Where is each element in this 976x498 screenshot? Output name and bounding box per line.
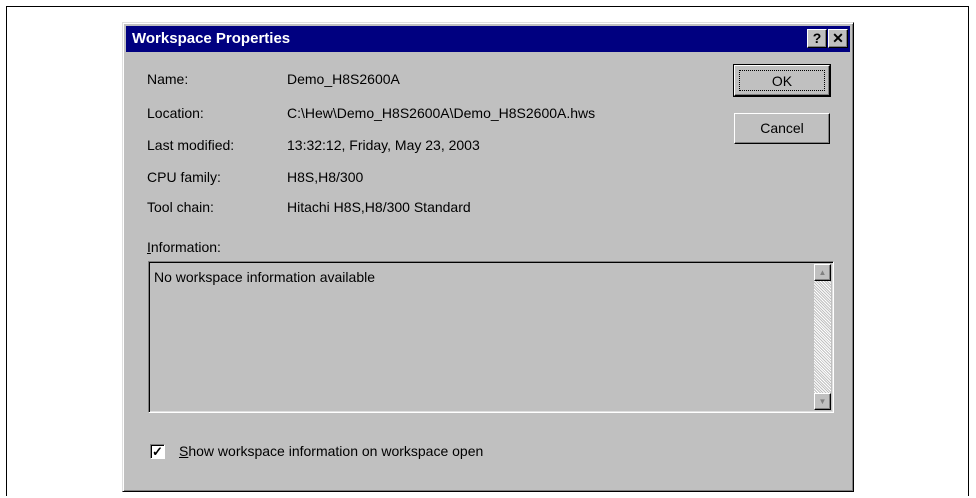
help-button[interactable]: ? bbox=[807, 29, 827, 48]
scroll-down-button[interactable]: ▼ bbox=[814, 393, 831, 410]
down-arrow-icon: ▼ bbox=[818, 397, 827, 406]
cpu-family-label: CPU family: bbox=[147, 169, 221, 185]
close-icon: ✕ bbox=[832, 30, 844, 46]
close-button[interactable]: ✕ bbox=[828, 29, 848, 48]
workspace-properties-dialog: Workspace Properties ? ✕ Name: Demo_H8S2… bbox=[122, 22, 854, 492]
scroll-up-button[interactable]: ▲ bbox=[814, 264, 831, 281]
last-modified-label: Last modified: bbox=[147, 137, 235, 153]
information-label: Information: bbox=[147, 239, 221, 255]
help-icon: ? bbox=[812, 30, 822, 46]
information-textbox[interactable]: No workspace information available ▲ ▼ bbox=[148, 261, 834, 413]
cancel-button[interactable]: Cancel bbox=[734, 113, 830, 144]
ok-button-label: OK bbox=[739, 70, 825, 91]
show-info-checkbox[interactable]: ✓ bbox=[150, 444, 165, 459]
dialog-title: Workspace Properties bbox=[132, 30, 291, 47]
name-label: Name: bbox=[147, 71, 189, 87]
ok-button[interactable]: OK bbox=[733, 64, 831, 97]
title-bar[interactable]: Workspace Properties ? ✕ bbox=[126, 26, 850, 52]
tool-chain-label: Tool chain: bbox=[147, 199, 214, 215]
location-value: C:\Hew\Demo_H8S2600A\Demo_H8S2600A.hws bbox=[287, 105, 596, 121]
checkmark-icon: ✓ bbox=[152, 444, 163, 459]
up-arrow-icon: ▲ bbox=[818, 268, 827, 277]
tool-chain-value: Hitachi H8S,H8/300 Standard bbox=[287, 199, 471, 215]
information-text: No workspace information available bbox=[154, 269, 375, 285]
location-label: Location: bbox=[147, 105, 204, 121]
show-info-checkbox-label[interactable]: Show workspace information on workspace … bbox=[179, 443, 483, 459]
cpu-family-value: H8S,H8/300 bbox=[287, 169, 364, 185]
information-scrollbar[interactable]: ▲ ▼ bbox=[814, 264, 831, 410]
name-value: Demo_H8S2600A bbox=[287, 71, 400, 87]
last-modified-value: 13:32:12, Friday, May 23, 2003 bbox=[287, 137, 480, 153]
